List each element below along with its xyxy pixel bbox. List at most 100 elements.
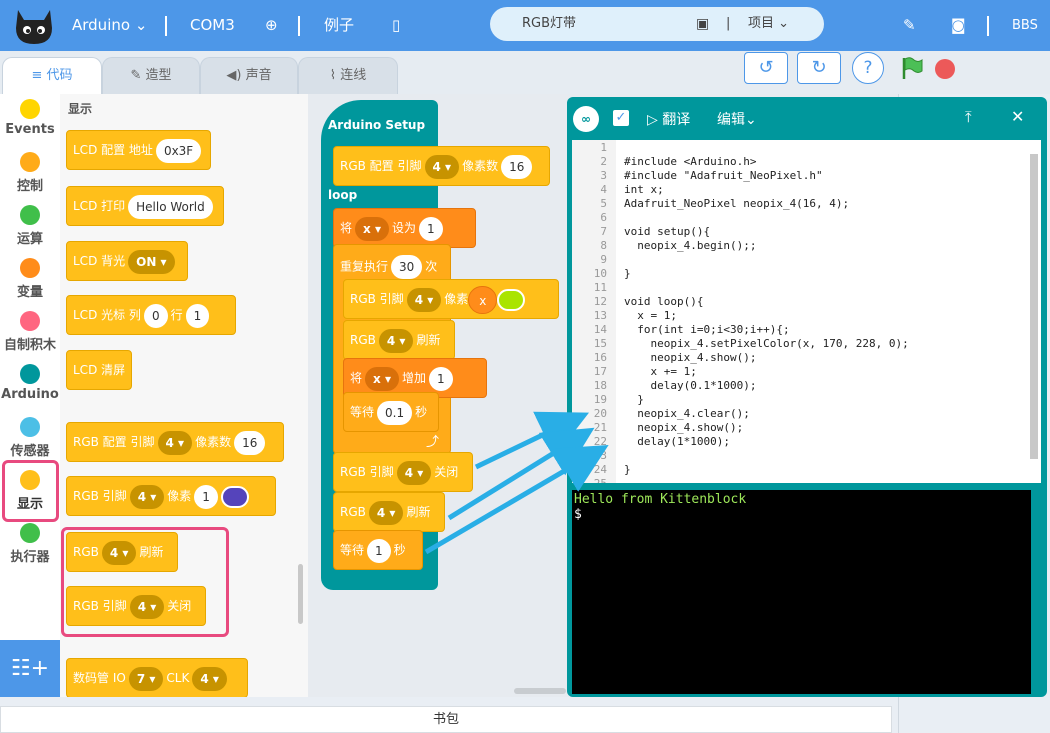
help-button[interactable]: ? bbox=[852, 52, 884, 84]
block-segment-display[interactable]: 数码管 IO 7 ▾ CLK 4 ▾ bbox=[66, 658, 248, 697]
block-text: RGB bbox=[340, 505, 366, 519]
pen-icon[interactable]: ✎ bbox=[903, 0, 916, 51]
operators-dot-icon bbox=[20, 205, 40, 225]
category-variables[interactable]: 变量 bbox=[0, 258, 60, 300]
loop-label: loop bbox=[328, 188, 358, 202]
category-events[interactable]: Events bbox=[0, 99, 60, 137]
tab-costume[interactable]: ✎ 造型 bbox=[102, 57, 200, 94]
backpack-bar[interactable]: 书包 bbox=[0, 706, 892, 733]
pin-dropdown[interactable]: 4 ▾ bbox=[368, 500, 404, 525]
terminal-output[interactable]: Hello from Kittenblock $ bbox=[572, 490, 1031, 694]
value-input[interactable]: 1 bbox=[428, 366, 453, 391]
enable-checkbox[interactable]: ✓ bbox=[613, 110, 629, 126]
category-actuators[interactable]: 执行器 bbox=[0, 523, 60, 565]
workspace-scrollbar[interactable] bbox=[514, 688, 566, 694]
block-rgb-off-script[interactable]: RGB 引脚 4 ▾ 关闭 bbox=[333, 452, 473, 492]
pin-dropdown[interactable]: 4 ▾ bbox=[129, 484, 165, 509]
count-input[interactable]: 16 bbox=[234, 430, 266, 455]
device-icon[interactable]: ▯ bbox=[392, 0, 400, 51]
kittenblock-logo[interactable] bbox=[12, 2, 56, 46]
color-picker[interactable] bbox=[497, 288, 526, 311]
bbs-link[interactable]: BBS bbox=[1012, 0, 1038, 51]
camera-icon[interactable]: ◙ bbox=[951, 0, 966, 51]
project-title[interactable]: RGB灯带 bbox=[522, 7, 576, 41]
block-text: 设为 bbox=[391, 221, 416, 235]
edit-menu[interactable]: 编辑⌄ bbox=[717, 109, 757, 129]
block-rgb-pixel[interactable]: RGB 引脚 4 ▾ 像素 1 bbox=[66, 476, 276, 516]
pin-dropdown[interactable]: 4 ▾ bbox=[157, 430, 193, 455]
block-rgb-refresh-script-2[interactable]: RGB 4 ▾ 刷新 bbox=[333, 492, 445, 532]
pixel-input[interactable]: 1 bbox=[194, 484, 218, 509]
value-input[interactable]: 1 bbox=[418, 216, 443, 241]
text-input[interactable]: Hello World bbox=[128, 194, 213, 219]
block-rgb-pixel-script[interactable]: RGB 引脚 4 ▾ 像素 x bbox=[343, 279, 559, 319]
address-input[interactable]: 0x3F bbox=[155, 138, 202, 163]
tab-sound[interactable]: ◀) 声音 bbox=[200, 57, 298, 94]
block-lcd-print[interactable]: LCD 打印 Hello World bbox=[66, 186, 224, 226]
tab-wiring[interactable]: ⌇ 连线 bbox=[298, 57, 398, 94]
block-rgb-refresh-script[interactable]: RGB 4 ▾ 刷新 bbox=[343, 320, 455, 360]
port-select[interactable]: COM3 bbox=[190, 0, 235, 51]
tab-code[interactable]: ≡ 代码 bbox=[2, 57, 102, 94]
column-input[interactable]: 0 bbox=[143, 303, 168, 328]
block-rgb-config[interactable]: RGB 配置 引脚 4 ▾ 像素数 16 bbox=[66, 422, 284, 462]
row-input[interactable]: 1 bbox=[185, 303, 210, 328]
block-text: LCD 背光 bbox=[73, 254, 126, 268]
variable-dropdown[interactable]: x ▾ bbox=[365, 366, 399, 391]
block-rgb-config-script[interactable]: RGB 配置 引脚 4 ▾ 像素数 16 bbox=[333, 146, 550, 186]
add-extension-button[interactable]: ☷+ bbox=[0, 640, 60, 697]
board-label: Arduino bbox=[72, 16, 131, 34]
block-text: LCD 打印 bbox=[73, 199, 126, 213]
count-input[interactable]: 16 bbox=[501, 154, 533, 179]
undo-button[interactable]: ↺ bbox=[744, 52, 788, 84]
block-lcd-backlight[interactable]: LCD 背光 ON ▾ bbox=[66, 241, 188, 281]
highlight-display-category bbox=[2, 460, 59, 522]
variable-x-reporter[interactable]: x bbox=[468, 285, 498, 314]
pin-dropdown[interactable]: 4 ▾ bbox=[378, 328, 414, 353]
editor-scrollbar[interactable] bbox=[1030, 154, 1038, 459]
color-picker[interactable] bbox=[220, 485, 249, 508]
stop-icon[interactable] bbox=[935, 59, 955, 79]
globe-icon[interactable]: ⊕ bbox=[265, 0, 278, 51]
block-set-variable[interactable]: 将x ▾ 设为 1 bbox=[333, 208, 476, 248]
repeat-count-input[interactable]: 30 bbox=[391, 255, 423, 279]
code-editor[interactable]: 1 2 #include <Arduino.h> 3 #include "Adafrui… bbox=[572, 140, 1041, 483]
redo-button[interactable]: ↻ bbox=[797, 52, 841, 84]
category-operators[interactable]: 运算 bbox=[0, 205, 60, 247]
code-line: } bbox=[624, 393, 644, 406]
backpack-label: 书包 bbox=[432, 712, 459, 727]
pin-dropdown[interactable]: 4 ▾ bbox=[424, 154, 460, 179]
block-lcd-cursor[interactable]: LCD 光标 列0行1 bbox=[66, 295, 236, 335]
seconds-input[interactable]: 0.1 bbox=[377, 400, 413, 425]
save-icon[interactable]: ▣ bbox=[696, 7, 709, 41]
pin-dropdown[interactable]: 4 ▾ bbox=[406, 287, 442, 312]
green-flag-icon[interactable] bbox=[900, 56, 924, 80]
category-control[interactable]: 控制 bbox=[0, 152, 60, 194]
compile-button[interactable]: ▷ 翻译 bbox=[647, 109, 690, 129]
line-number: 3 bbox=[600, 169, 607, 182]
palette-scrollbar[interactable] bbox=[298, 564, 303, 624]
dropdown-value: 4 bbox=[386, 333, 396, 348]
close-icon[interactable]: ✕ bbox=[1011, 107, 1024, 126]
block-lcd-config[interactable]: LCD 配置 地址 0x3F bbox=[66, 130, 211, 170]
board-select[interactable]: Arduino ⌄ bbox=[72, 0, 147, 51]
clk-dropdown[interactable]: 4 ▾ bbox=[192, 666, 227, 691]
repeat-header: 重复执行 30 次 bbox=[340, 255, 437, 279]
category-sensors[interactable]: 传感器 bbox=[0, 417, 60, 459]
block-wait-long[interactable]: 等待 1 秒 bbox=[333, 530, 423, 570]
pin-dropdown[interactable]: 4 ▾ bbox=[396, 460, 432, 485]
block-wait-short[interactable]: 等待 0.1 秒 bbox=[343, 392, 439, 432]
upload-icon[interactable]: ⤒ bbox=[965, 108, 972, 126]
block-lcd-clear[interactable]: LCD 清屏 bbox=[66, 350, 132, 390]
category-label: 执行器 bbox=[10, 550, 50, 565]
seconds-input[interactable]: 1 bbox=[367, 538, 391, 563]
examples-menu[interactable]: 例子 bbox=[324, 0, 354, 51]
io-dropdown[interactable]: 7 ▾ bbox=[128, 666, 164, 691]
category-myblocks[interactable]: 自制积木 bbox=[0, 311, 60, 353]
project-menu[interactable]: 项目 ⌄ bbox=[748, 7, 789, 41]
backlight-dropdown[interactable]: ON ▾ bbox=[128, 249, 175, 274]
category-arduino[interactable]: Arduino bbox=[0, 364, 60, 402]
line-number: 25 bbox=[572, 477, 607, 483]
variable-dropdown[interactable]: x ▾ bbox=[355, 216, 389, 241]
line-number: 5 bbox=[600, 197, 607, 210]
